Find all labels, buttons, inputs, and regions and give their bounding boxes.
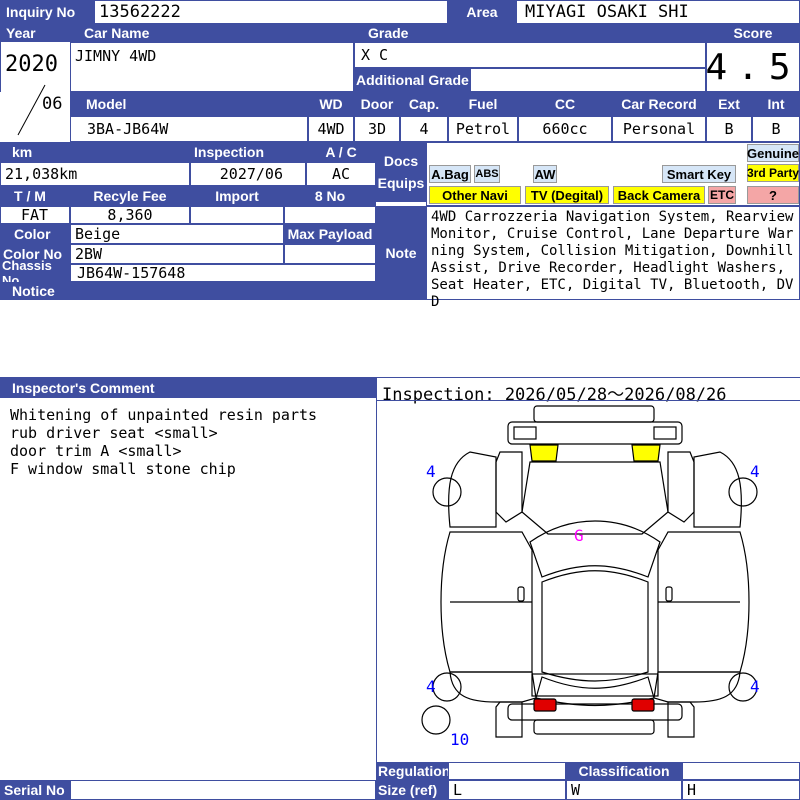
car-record-value: Personal xyxy=(612,116,706,142)
docs-label: Docs xyxy=(383,153,419,169)
chassis-label: Chassis No xyxy=(0,258,70,288)
car-condition-diagram xyxy=(421,405,758,738)
score-value: 4.5 xyxy=(706,42,800,92)
comment-line: door trim A <small> xyxy=(10,442,182,460)
grade-label: Grade xyxy=(354,24,706,42)
fuel-value: Petrol xyxy=(448,116,518,142)
notice-area xyxy=(0,300,800,378)
inquiry-label: Inquiry No xyxy=(0,0,94,24)
genuine-tag: Genuine xyxy=(747,144,800,162)
abs-tag: ABS xyxy=(474,165,500,183)
fuel-label: Fuel xyxy=(448,92,518,116)
ac-label: A / C xyxy=(306,142,376,162)
max-payload-label: Max Payload xyxy=(284,224,376,244)
area-value: MIYAGI OSAKI SHI xyxy=(516,0,800,24)
car-name-value: JIMNY 4WD xyxy=(70,42,354,92)
int-value: B xyxy=(752,116,800,142)
cc-label: CC xyxy=(518,92,612,116)
mark-rear-right: 4 xyxy=(750,677,760,696)
inspection-label: Inspection xyxy=(190,142,306,162)
aw-tag: AW xyxy=(533,165,557,183)
inspector-comment-list: Whitening of unpainted resin parts rub d… xyxy=(10,406,317,478)
cap-label: Cap. xyxy=(400,92,448,116)
model-value: 3BA-JB64W xyxy=(70,116,308,142)
car-name-label: Car Name xyxy=(70,24,354,42)
tv-tag: TV (Degital) xyxy=(525,186,609,204)
recycle-label: Recyle Fee xyxy=(70,186,190,206)
color-no-value: 2BW xyxy=(70,244,284,264)
docs-equips-label: Docs Equips xyxy=(376,142,426,202)
ac-value: AC xyxy=(306,162,376,186)
divider xyxy=(376,400,800,401)
comment-line: Whitening of unpainted resin parts xyxy=(10,406,318,424)
tm-label: T / M xyxy=(0,186,70,206)
inspector-comment-label: Inspector's Comment xyxy=(0,378,376,398)
color-label: Color xyxy=(0,224,70,244)
size-h: H xyxy=(682,780,800,800)
year-value: 2020 xyxy=(5,52,58,77)
question-tag: ? xyxy=(747,186,799,204)
additional-grade-label: Additional Grade xyxy=(354,68,470,92)
wd-label: WD xyxy=(308,92,354,116)
ext-label: Ext xyxy=(706,92,752,116)
comment-line: rub driver seat <small> xyxy=(10,424,218,442)
car-record-label: Car Record xyxy=(612,92,706,116)
eight-no-label: 8 No xyxy=(284,186,376,206)
other-navi-tag: Other Navi xyxy=(429,186,521,204)
comment-line: F window small stone chip xyxy=(10,460,236,478)
model-label: Model xyxy=(70,92,308,116)
serial-label: Serial No xyxy=(0,780,70,800)
km-label: km xyxy=(0,142,190,162)
regulation-label: Regulation xyxy=(376,762,451,780)
abag-tag: A.Bag xyxy=(429,165,471,183)
door-label: Door xyxy=(354,92,400,116)
eight-no-value xyxy=(284,206,376,224)
import-label: Import xyxy=(190,186,284,206)
notice-label: Notice xyxy=(0,282,376,300)
year-label: Year xyxy=(0,24,70,42)
wd-value: 4WD xyxy=(308,116,354,142)
int-label: Int xyxy=(752,92,800,116)
smart-key-tag: Smart Key xyxy=(662,165,736,183)
mark-spare: 10 xyxy=(450,730,470,749)
import-value xyxy=(190,206,284,224)
third-party-tag: 3rd Party xyxy=(746,164,800,182)
ext-value: B xyxy=(706,116,752,142)
km-value: 21,038km xyxy=(0,162,190,186)
mark-windshield: G xyxy=(574,526,584,545)
mark-front-right: 4 xyxy=(750,462,760,481)
size-l: L xyxy=(448,780,566,800)
classification-label: Classification xyxy=(566,762,682,780)
chassis-value: JB64W-157648 xyxy=(70,264,376,282)
tm-value: FAT xyxy=(0,206,70,224)
size-w: W xyxy=(566,780,682,800)
inspection-value: 2027/06 xyxy=(190,162,306,186)
back-camera-tag: Back Camera xyxy=(613,186,705,204)
note-text: 4WD Carrozzeria Navigation System, Rearv… xyxy=(426,206,800,310)
area-label: Area xyxy=(448,0,516,24)
color-value: Beige xyxy=(70,224,284,244)
equips-label: Equips xyxy=(377,175,425,191)
max-payload-value xyxy=(284,244,376,264)
grade-value: X C xyxy=(354,42,706,68)
cap-value: 4 xyxy=(400,116,448,142)
etc-tag: ETC xyxy=(708,186,736,204)
recycle-value: 8,360 xyxy=(70,206,190,224)
additional-grade-value xyxy=(470,68,706,92)
mark-front-left: 4 xyxy=(426,462,436,481)
regulation-value xyxy=(448,762,566,780)
month-value: 06 xyxy=(42,94,63,114)
serial-value xyxy=(70,780,376,800)
size-label: Size (ref) xyxy=(376,780,448,800)
inquiry-value: 13562222 xyxy=(94,0,448,24)
mark-rear-left: 4 xyxy=(426,677,436,696)
door-value: 3D xyxy=(354,116,400,142)
score-label: Score xyxy=(706,24,800,42)
cc-value: 660cc xyxy=(518,116,612,142)
divider xyxy=(376,378,377,762)
note-label: Note xyxy=(376,206,426,300)
classification-value xyxy=(682,762,800,780)
